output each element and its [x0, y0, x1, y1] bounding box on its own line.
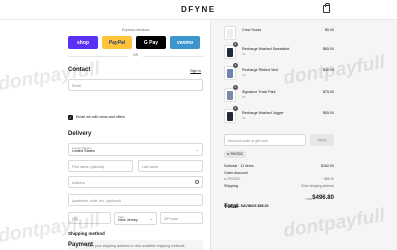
item-size: XL	[242, 95, 246, 99]
shipping-label: Shipping	[224, 184, 238, 188]
chevron-down-icon: ⌄	[149, 216, 153, 221]
state-value: New Jersey	[118, 218, 138, 222]
cart-item: 1 Recharge Washed Sweatshirt XL $65.00	[224, 42, 334, 61]
product-image	[227, 29, 233, 38]
address-placeholder: Address	[72, 180, 85, 185]
google-pay-button[interactable]: G Pay	[136, 36, 166, 49]
order-discount-label: Order discount	[224, 171, 248, 175]
country-value: United States	[72, 149, 95, 153]
apartment-field[interactable]: Apartment, suite, etc. (optional)	[68, 194, 203, 206]
item-name: Signature Track Pant	[242, 90, 276, 94]
discount-code-row: ⊗ PAYSDC − $55.20	[224, 177, 334, 181]
cart-item: Crew Socks $0.00	[224, 26, 334, 42]
currency-code: USD	[305, 197, 312, 201]
contact-title: Contact	[68, 67, 91, 73]
quantity-badge: 1	[233, 106, 238, 111]
product-thumbnail	[224, 45, 236, 59]
header: DFYNE	[0, 0, 397, 20]
email-field[interactable]: Email	[68, 79, 203, 91]
item-price: $30.00	[323, 68, 334, 72]
shipping-row: Shipping Enter shipping address	[224, 184, 334, 188]
product-thumbnail	[224, 66, 236, 80]
sign-in-link[interactable]: Sign in	[190, 69, 201, 73]
apartment-placeholder: Apartment, suite, etc. (optional)	[72, 198, 121, 203]
address-field[interactable]: Address	[68, 176, 203, 188]
newsletter-label: Email me with news and offers	[76, 115, 125, 119]
search-icon	[195, 180, 199, 184]
first-name-field[interactable]: First name (optional)	[68, 160, 133, 172]
city-placeholder: City	[72, 216, 79, 221]
subtotal-label: Subtotal · 11 items	[224, 164, 254, 168]
product-thumbnail	[224, 26, 236, 40]
applied-code: PAYSDC	[230, 152, 244, 156]
payment-title: Payment	[68, 242, 94, 248]
item-name: Crew Socks	[242, 28, 262, 32]
shipping-method-title: Shipping method	[68, 231, 105, 236]
zip-field[interactable]: ZIP code	[160, 212, 203, 224]
shop-pay-button[interactable]: shop	[68, 36, 98, 49]
item-price: $0.00	[325, 28, 334, 32]
item-size: XL	[242, 73, 246, 77]
apply-button[interactable]: Apply	[310, 134, 334, 146]
cart-item: 1 Signature Track Pant XL $75.00	[224, 85, 334, 104]
shipping-value: Enter shipping address	[301, 184, 334, 188]
state-select[interactable]: State New Jersey ⌄	[114, 212, 157, 225]
or-separator: OR	[128, 53, 143, 57]
store-logo[interactable]: DFYNE	[181, 5, 216, 14]
quantity-badge: 1	[233, 85, 238, 90]
paypal-button[interactable]: PayPal	[102, 36, 132, 49]
item-price: $55.00	[323, 111, 334, 115]
item-name: Recharge Washed Sweatshirt	[242, 47, 290, 51]
product-thumbnail	[224, 109, 236, 123]
subtotal-row: Subtotal · 11 items $162.00	[224, 164, 334, 168]
savings-value: $55.20	[257, 204, 269, 208]
city-field[interactable]: City	[68, 212, 111, 224]
item-size: XL	[242, 52, 246, 56]
total-value: $496.80	[312, 195, 334, 201]
product-image	[227, 112, 233, 121]
order-discount-row: Order discount	[224, 171, 334, 175]
item-name: Recharge Washed Jogger	[242, 111, 284, 115]
delivery-title: Delivery	[68, 131, 92, 137]
savings-label: TOTAL SAVINGS	[228, 204, 257, 208]
last-name-field[interactable]: Last name	[138, 160, 203, 172]
product-thumbnail	[224, 88, 236, 102]
product-image	[227, 91, 233, 100]
discount-code-field[interactable]: Discount code or gift card	[224, 134, 306, 146]
quantity-badge: 1	[233, 63, 238, 68]
applied-discount-tag[interactable]: ⊗ PAYSDC	[224, 151, 247, 158]
cart-item: 1 Recharge Ribbed Vest XL $30.00	[224, 63, 334, 82]
item-size: XL	[242, 116, 246, 120]
last-name-placeholder: Last name	[142, 164, 159, 169]
discount-code: PAYSDC	[227, 177, 241, 181]
chevron-down-icon: ⌄	[195, 147, 199, 152]
newsletter-checkbox[interactable]: ✓	[68, 115, 73, 120]
item-name: Recharge Ribbed Vest	[242, 68, 278, 72]
total-savings: ⊗ TOTAL SAVINGS $55.20	[224, 204, 269, 208]
discount-placeholder: Discount code or gift card	[228, 138, 268, 143]
quantity-badge: 1	[233, 42, 238, 47]
checkout-form: Express checkout shop PayPal G Pay venmo…	[68, 20, 203, 250]
product-image	[227, 69, 233, 78]
item-price: $75.00	[323, 90, 334, 94]
discount-value: − $55.20	[321, 177, 335, 181]
subtotal-value: $162.00	[321, 164, 334, 168]
express-checkout-title: Express checkout	[121, 28, 150, 32]
email-placeholder: Email	[72, 83, 81, 88]
country-select[interactable]: Country/Region United States ⌄	[68, 143, 203, 156]
cart-item: 1 Recharge Washed Jogger XL $55.00	[224, 106, 334, 125]
item-price: $65.00	[323, 47, 334, 51]
zip-placeholder: ZIP code	[164, 216, 178, 221]
venmo-button[interactable]: venmo	[170, 36, 200, 49]
first-name-placeholder: First name (optional)	[72, 164, 105, 169]
product-image	[227, 48, 233, 57]
shopping-bag-icon[interactable]	[323, 3, 330, 13]
